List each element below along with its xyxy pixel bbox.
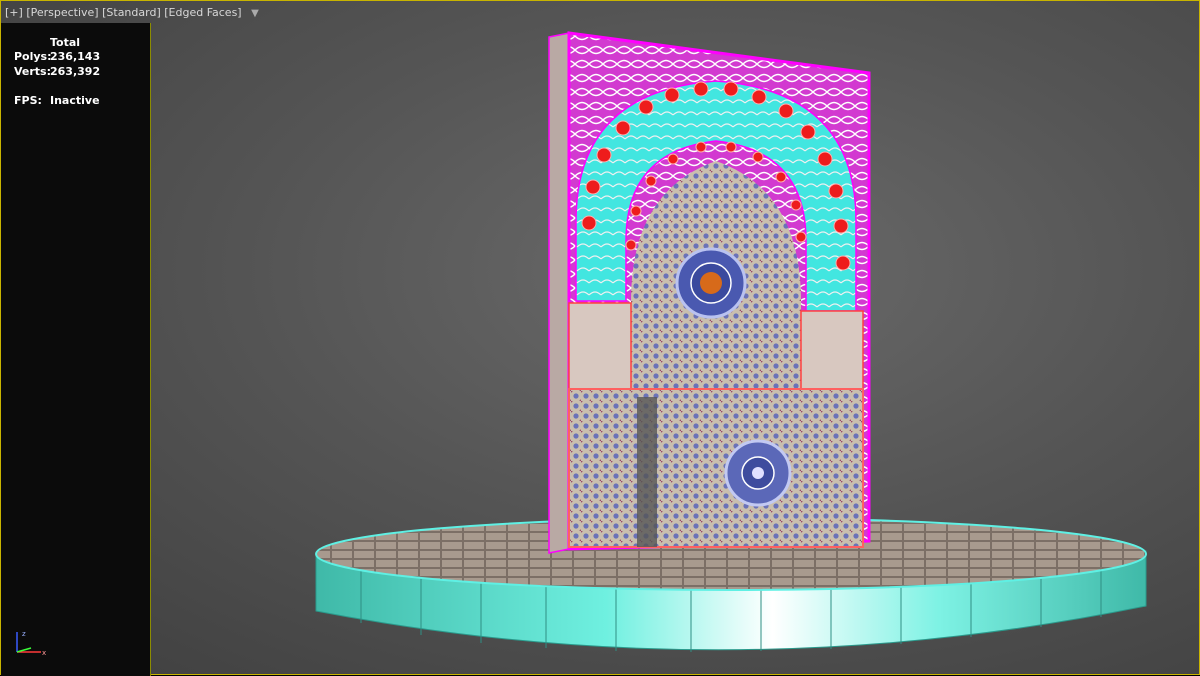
right-pillar (800, 310, 864, 390)
perspective-viewport[interactable]: [+] [Perspective] [Standard] [Edged Face… (0, 0, 1200, 676)
polys-label: Polys: (14, 50, 52, 63)
funnel-icon[interactable]: ▼ (251, 8, 259, 19)
basin-shadow (637, 397, 657, 547)
arch-medallion (675, 247, 747, 319)
verts-label: Verts: (14, 65, 52, 78)
viewport-plus-menu[interactable]: [+] (5, 6, 23, 19)
viewport-view-menu[interactable]: [Perspective] (26, 6, 98, 19)
fountain-slab-side (548, 32, 570, 554)
lower-panel (568, 388, 864, 548)
viewport-label-menu[interactable]: [+] [Perspective] [Standard] [Edged Face… (5, 6, 259, 19)
left-pillar (568, 302, 632, 390)
fps-value: Inactive (50, 94, 100, 107)
stats-header: Total (50, 36, 81, 49)
fps-label: FPS: (14, 94, 42, 107)
polys-value: 236,143 (50, 50, 101, 63)
svg-text:x: x (42, 649, 46, 657)
scene-render[interactable] (151, 1, 1200, 676)
viewport-edges-menu[interactable]: [Edged Faces] (164, 6, 241, 19)
viewport-shading-menu[interactable]: [Standard] (102, 6, 161, 19)
lower-medallion (724, 439, 792, 507)
axis-tripod-icon: z x (16, 630, 46, 657)
verts-value: 263,392 (50, 65, 101, 78)
svg-text:z: z (22, 630, 26, 638)
statistics-panel (1, 23, 151, 676)
